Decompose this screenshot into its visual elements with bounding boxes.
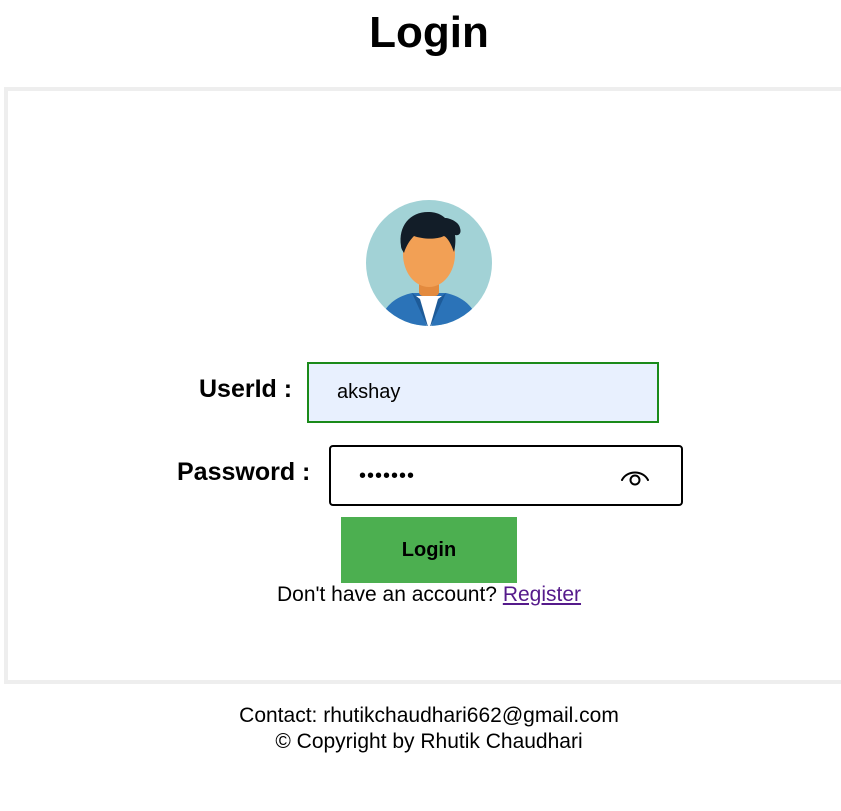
footer-copyright: © Copyright by Rhutik Chaudhari — [275, 730, 583, 753]
user-avatar-icon — [366, 200, 492, 326]
page-title: Login — [369, 8, 489, 57]
eye-icon[interactable] — [620, 464, 650, 488]
password-label: Password : — [177, 458, 311, 486]
register-link[interactable]: Register — [503, 583, 581, 606]
userid-input[interactable] — [307, 362, 659, 423]
footer-contact: Contact: rhutikchaudhari662@gmail.com — [239, 704, 619, 727]
login-button[interactable]: Login — [341, 517, 517, 583]
userid-label: UserId : — [199, 375, 293, 403]
register-prompt-text: Don't have an account? — [276, 583, 497, 606]
password-field — [329, 445, 683, 506]
footer: Contact: rhutikchaudhari662@gmail.com © … — [0, 703, 841, 755]
password-input[interactable] — [359, 459, 609, 493]
register-prompt: Don't have an account? Register — [0, 583, 841, 607]
